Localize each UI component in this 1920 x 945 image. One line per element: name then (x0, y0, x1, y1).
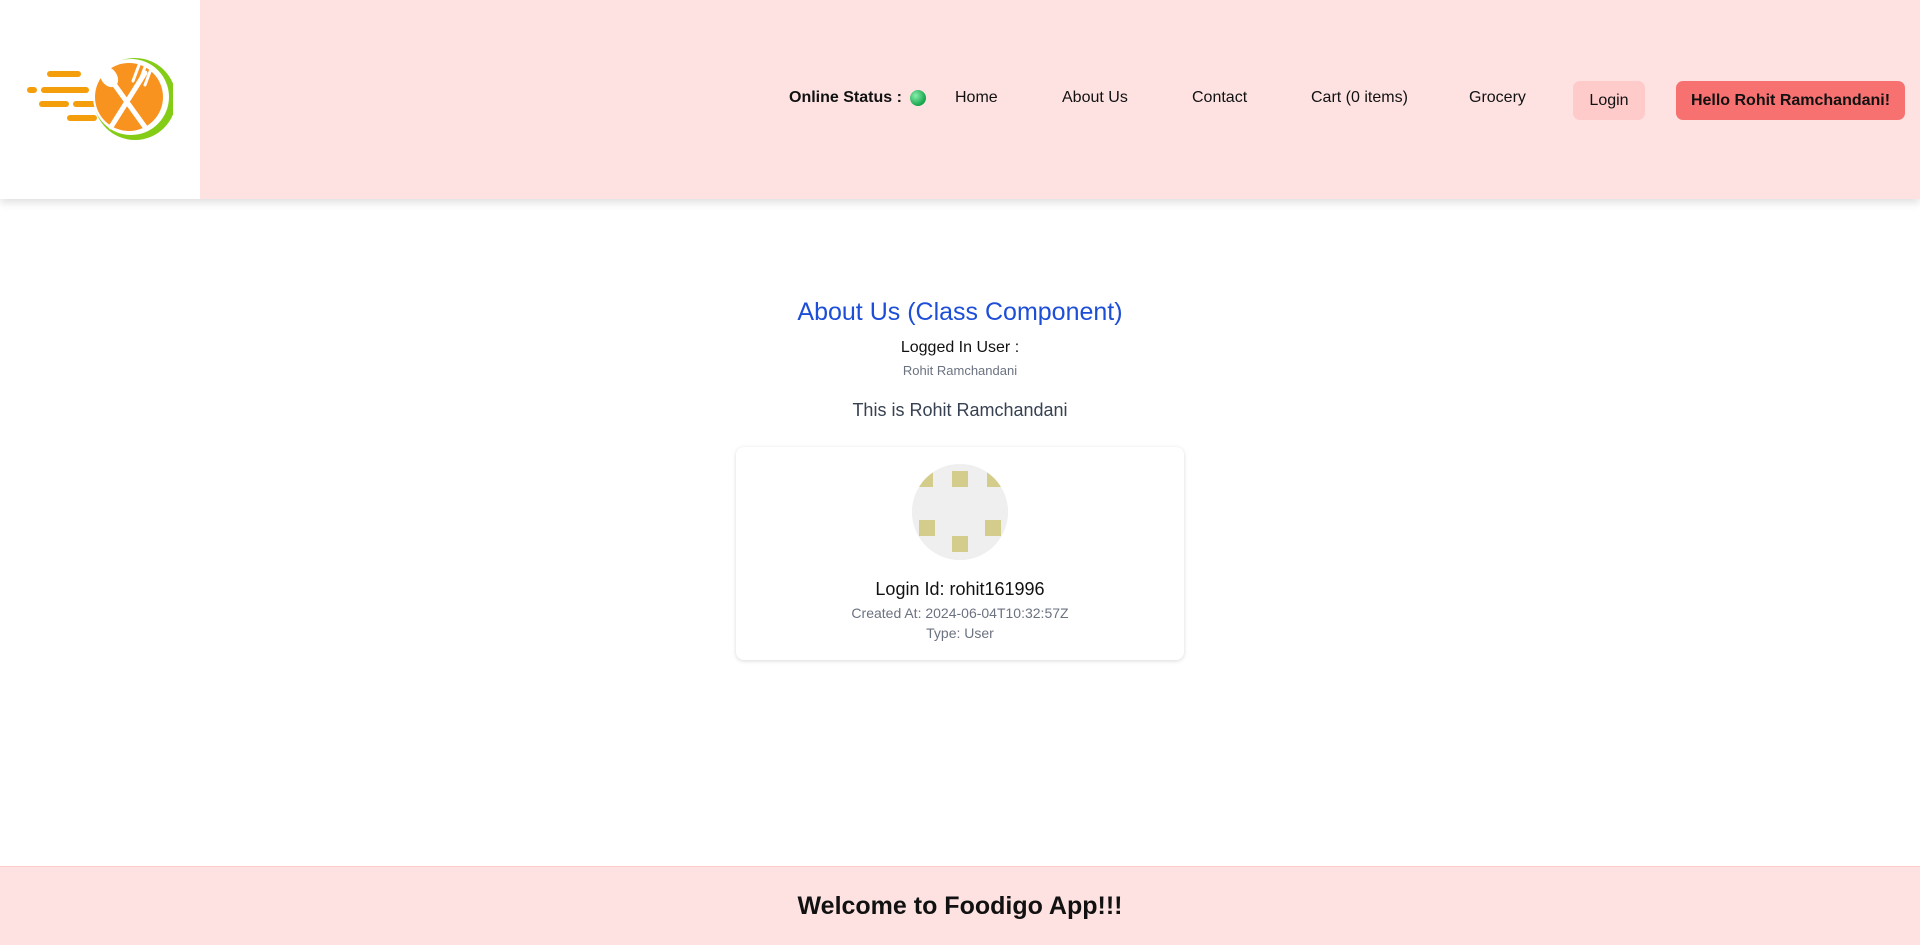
profile-card: Login Id: rohit161996 Created At: 2024-0… (736, 447, 1184, 660)
logged-in-label: Logged In User : (900, 339, 1020, 356)
nav-cart-link[interactable]: Cart (0 items) (1311, 89, 1408, 107)
login-button[interactable]: Login (1573, 81, 1645, 120)
profile-type: Type: User (926, 625, 994, 641)
nav-grocery-link[interactable]: Grocery (1469, 89, 1526, 107)
header: Online Status : Home About Us Contact Ca… (0, 0, 1920, 199)
online-status-indicator-icon (909, 90, 926, 106)
footer: Welcome to Foodigo App!!! (0, 866, 1920, 945)
nav-home-link[interactable]: Home (955, 89, 998, 107)
foodigo-logo-icon (27, 58, 173, 140)
online-status: Online Status : (789, 89, 926, 107)
user-greeting-button[interactable]: Hello Rohit Ramchandani! (1676, 81, 1905, 120)
nav-about-link[interactable]: About Us (1062, 89, 1128, 107)
logo-container[interactable] (0, 0, 200, 199)
intro-text: This is Rohit Ramchandani (852, 400, 1068, 420)
page-title: About Us (Class Component) (797, 298, 1123, 326)
identicon-avatar-icon (912, 464, 1008, 560)
avatar (912, 464, 1008, 560)
footer-welcome-text: Welcome to Foodigo App!!! (797, 891, 1123, 920)
logged-in-username: Rohit Ramchandani (902, 363, 1018, 378)
nav-contact-link[interactable]: Contact (1192, 89, 1247, 107)
online-status-label: Online Status : (789, 89, 902, 106)
profile-login-id: Login Id: rohit161996 (875, 579, 1045, 599)
profile-created-at: Created At: 2024-06-04T10:32:57Z (851, 605, 1069, 621)
